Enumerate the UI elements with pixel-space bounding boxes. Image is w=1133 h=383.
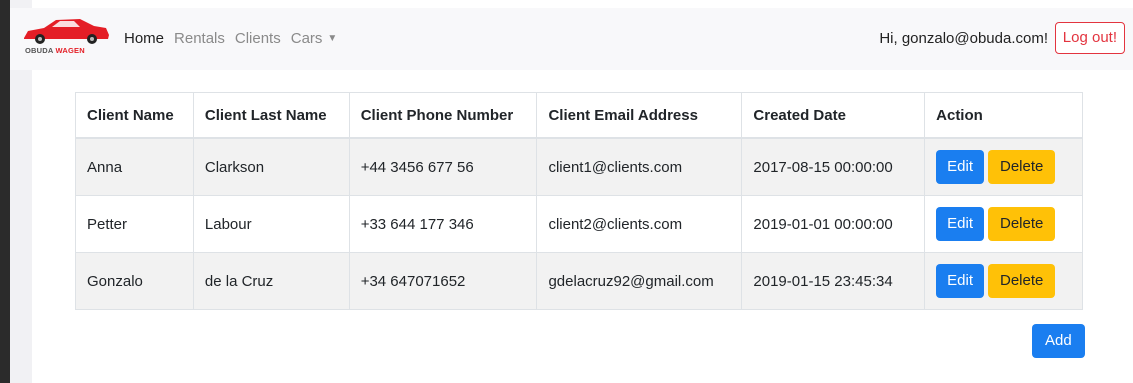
col-client-name: Client Name [75,92,194,139]
user-greeting: Hi, gonzalo@obuda.com! [879,30,1048,47]
navbar: OBUDA WAGEN Home Rentals Clients Cars ▼ H… [10,8,1133,70]
col-created-date: Created Date [741,92,926,139]
cell-actions: Edit Delete [924,137,1083,196]
nav-clients[interactable]: Clients [235,30,281,47]
table-header-row: Client Name Client Last Name Client Phon… [75,92,1083,139]
nav-home[interactable]: Home [124,30,164,47]
car-logo-icon [24,19,109,44]
clients-table: Client Name Client Last Name Client Phon… [75,92,1083,310]
cell-last-name: de la Cruz [192,252,350,310]
brand-logo[interactable]: OBUDA WAGEN [22,16,112,62]
cell-name: Anna [75,137,194,196]
cell-email: client2@clients.com [536,195,743,253]
col-client-phone: Client Phone Number [348,92,538,139]
nav-cars-label: Cars [290,30,323,47]
table-row: Petter Labour +33 644 177 346 client2@cl… [75,195,1083,253]
cell-name: Gonzalo [75,252,194,310]
delete-button[interactable]: Delete [988,264,1056,298]
edit-button[interactable]: Edit [936,264,984,298]
caret-down-icon: ▼ [327,33,338,44]
cell-phone: +33 644 177 346 [348,195,538,253]
brand-text: OBUDA WAGEN [25,46,85,55]
table-row: Gonzalo de la Cruz +34 647071652 gdelacr… [75,252,1083,310]
cell-last-name: Clarkson [192,137,350,196]
add-client-button[interactable]: Add [1032,324,1085,358]
col-client-email: Client Email Address [536,92,743,139]
cell-actions: Edit Delete [924,195,1083,253]
cell-created: 2019-01-15 23:45:34 [741,252,926,310]
table-row: Anna Clarkson +44 3456 677 56 client1@cl… [75,137,1083,196]
cell-email: client1@clients.com [536,137,743,196]
delete-button[interactable]: Delete [988,150,1056,184]
window-edge [0,0,10,383]
col-action: Action [924,92,1083,139]
cell-actions: Edit Delete [924,252,1083,310]
cell-phone: +34 647071652 [348,252,538,310]
nav-cars-dropdown[interactable]: Cars ▼ [291,30,338,47]
cell-name: Petter [75,195,194,253]
cell-created: 2019-01-01 00:00:00 [741,195,926,253]
cell-last-name: Labour [192,195,350,253]
delete-button[interactable]: Delete [988,207,1056,241]
edit-button[interactable]: Edit [936,150,984,184]
col-client-last-name: Client Last Name [192,92,350,139]
cell-email: gdelacruz92@gmail.com [536,252,743,310]
edit-button[interactable]: Edit [936,207,984,241]
cell-phone: +44 3456 677 56 [348,137,538,196]
logout-button[interactable]: Log out! [1054,22,1125,54]
nav-links: Home Rentals Clients Cars ▼ [124,30,337,47]
cell-created: 2017-08-15 00:00:00 [741,137,926,196]
nav-rentals[interactable]: Rentals [174,30,225,47]
